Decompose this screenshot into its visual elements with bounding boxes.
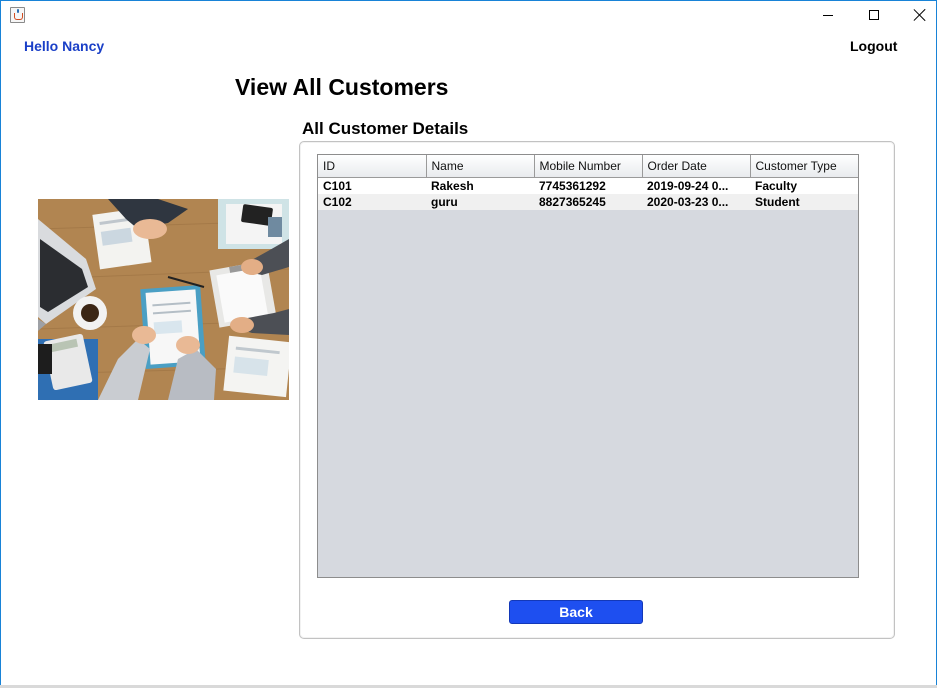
table-row[interactable]: C102 guru 8827365245 2020-03-23 0... Stu…	[318, 194, 858, 210]
column-header-id[interactable]: ID	[318, 155, 427, 178]
minimize-button[interactable]	[805, 1, 851, 31]
cell-order-date: 2019-09-24 0...	[642, 177, 750, 194]
cell-order-date: 2020-03-23 0...	[642, 194, 750, 210]
column-header-name[interactable]: Name	[426, 155, 535, 178]
cell-customer-type: Student	[750, 194, 858, 210]
maximize-icon	[869, 10, 879, 20]
cell-name: Rakesh	[426, 177, 534, 194]
cell-mobile-number: 8827365245	[534, 194, 642, 210]
column-header-customer-type[interactable]: Customer Type	[750, 155, 858, 178]
table-header-row: ID Name Mobile Number Order Date Custome…	[318, 155, 858, 178]
close-icon	[914, 9, 926, 21]
cell-name: guru	[426, 194, 534, 210]
column-header-mobile-number[interactable]: Mobile Number	[534, 155, 643, 178]
office-desk-photo	[38, 199, 289, 400]
cell-customer-type: Faculty	[750, 177, 858, 194]
section-title: All Customer Details	[302, 119, 469, 138]
column-header-order-date[interactable]: Order Date	[642, 155, 751, 178]
close-button[interactable]	[897, 1, 937, 31]
java-app-icon[interactable]	[10, 7, 25, 23]
cell-mobile-number: 7745361292	[534, 177, 642, 194]
page-title: View All Customers	[235, 74, 449, 100]
cell-id: C102	[318, 194, 426, 210]
table-row[interactable]: C101 Rakesh 7745361292 2019-09-24 0... F…	[318, 177, 858, 194]
minimize-icon	[823, 15, 833, 16]
back-button[interactable]: Back	[509, 600, 643, 624]
maximize-button[interactable]	[851, 1, 897, 31]
logout-button[interactable]: Logout	[850, 38, 897, 54]
cell-id: C101	[318, 177, 426, 194]
greeting-label: Hello Nancy	[24, 38, 105, 54]
customer-table[interactable]: ID Name Mobile Number Order Date Custome…	[317, 154, 859, 578]
title-bar[interactable]	[1, 1, 936, 31]
